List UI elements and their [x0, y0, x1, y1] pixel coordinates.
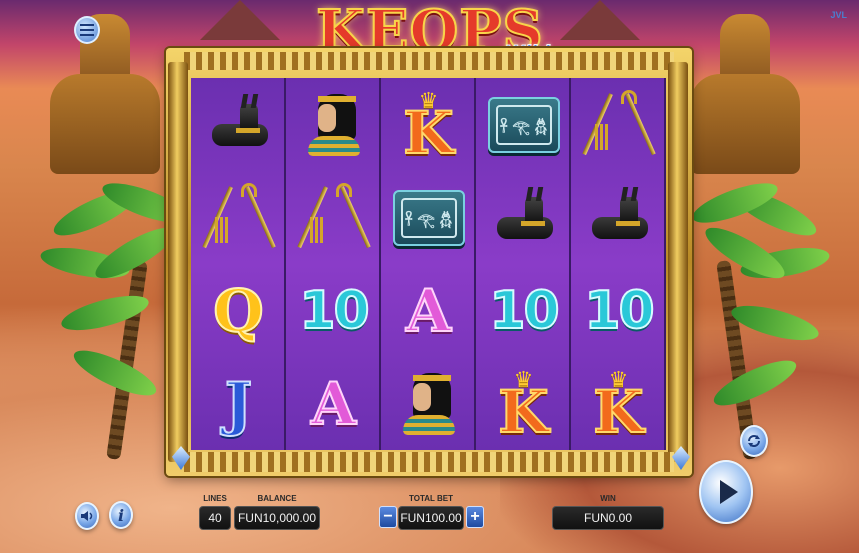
symbol-10: 10 — [488, 280, 560, 342]
hamburger-icon — [80, 24, 94, 36]
lines-label: LINES — [203, 494, 227, 503]
info-button[interactable]: i — [109, 501, 133, 529]
play-icon — [719, 480, 738, 504]
reel-cell: ♛ K — [381, 78, 476, 171]
reel-grid: ♛ K 𓋹 𓂀 𓆣 𓋹 𓂀 𓆣 Q 10 A 10 10 J A ♛ K ♛ K — [191, 78, 666, 450]
total-bet-value: FUN100.00 — [398, 506, 464, 530]
info-icon: i — [117, 505, 125, 525]
frame-border-bottom — [184, 452, 674, 472]
frame-pillar-right — [668, 62, 688, 462]
reel-cell: ♛ K — [476, 357, 571, 450]
symbol-k: ♛ K — [497, 367, 549, 446]
spin-button[interactable] — [699, 460, 753, 524]
win-value: FUN0.00 — [552, 506, 664, 530]
hieroglyph-tablet-icon: 𓋹𓂀𓆣 — [392, 189, 465, 246]
reel-cell — [191, 78, 286, 171]
cleopatra-icon — [399, 369, 459, 439]
reel-cell: Q — [191, 264, 286, 357]
bet-minus-button[interactable]: − — [379, 506, 397, 528]
reel-cell: A — [286, 357, 381, 450]
balance-label: BALANCE — [257, 494, 297, 503]
reel-cell — [476, 171, 571, 264]
symbol-number: 10 — [298, 280, 370, 342]
refresh-icon — [748, 435, 760, 447]
frame-border-top — [184, 52, 674, 70]
total-bet-label: TOTAL BET — [409, 494, 453, 503]
reel-cell: 𓋹𓂀𓆣 — [476, 78, 571, 171]
reel-cell — [571, 78, 666, 171]
symbol-k: ♛ K — [592, 367, 644, 446]
lines-value: 40 — [199, 506, 231, 530]
reel-cell — [571, 171, 666, 264]
symbol-k: ♛ K — [402, 88, 454, 167]
anubis-icon — [491, 186, 557, 243]
speaker-icon — [81, 511, 93, 521]
symbol-letter: Q — [212, 276, 265, 345]
symbol-number: 10 — [583, 280, 655, 342]
crook-flail-icon — [201, 182, 276, 253]
reel-cell: 10 — [286, 264, 381, 357]
reel-cell — [286, 171, 381, 264]
symbol-letter: K — [402, 98, 454, 167]
bet-plus-button[interactable]: + — [466, 506, 484, 528]
menu-button[interactable] — [74, 16, 100, 44]
reel-cell: A — [381, 264, 476, 357]
pyramid-left — [200, 0, 280, 40]
palm-tree-right — [688, 170, 832, 470]
symbol-10: 10 — [583, 280, 655, 342]
hieroglyph-tablet-icon: 𓋹𓂀𓆣 — [487, 96, 560, 153]
symbol-a: A — [405, 276, 452, 345]
reel-cell — [286, 78, 381, 171]
symbol-j: J — [224, 369, 253, 438]
pyramid-right — [560, 0, 640, 40]
reel-cell: 10 — [476, 264, 571, 357]
balance-value: FUN10,000.00 — [234, 506, 320, 530]
symbol-number: 10 — [488, 280, 560, 342]
reel-cell — [191, 171, 286, 264]
frame-pillar-left — [168, 62, 188, 462]
reel-cell: 10 — [571, 264, 666, 357]
brand-label: JVL — [830, 10, 847, 20]
symbol-letter: K — [497, 377, 549, 446]
symbol-letter: A — [310, 369, 357, 438]
symbol-letter: A — [405, 276, 452, 345]
symbol-a: A — [310, 369, 357, 438]
reel-cell: ♛ K — [571, 357, 666, 450]
anubis-icon — [586, 186, 652, 243]
crook-flail-icon — [581, 89, 656, 160]
autoplay-button[interactable] — [740, 425, 768, 457]
symbol-10: 10 — [298, 280, 370, 342]
palm-tree-left — [38, 170, 192, 470]
symbol-letter: K — [592, 377, 644, 446]
sphinx-right — [690, 14, 800, 184]
cleopatra-icon — [304, 90, 364, 160]
symbol-q: Q — [212, 276, 265, 345]
crook-flail-icon — [296, 182, 371, 253]
sphinx-left — [50, 14, 160, 184]
sound-button[interactable] — [75, 502, 99, 530]
reel-cell: J — [191, 357, 286, 450]
reel-cell — [381, 357, 476, 450]
anubis-icon — [206, 93, 272, 150]
win-label: WIN — [600, 494, 616, 503]
symbol-letter: J — [224, 369, 253, 438]
reel-cell: 𓋹𓂀𓆣 — [381, 171, 476, 264]
